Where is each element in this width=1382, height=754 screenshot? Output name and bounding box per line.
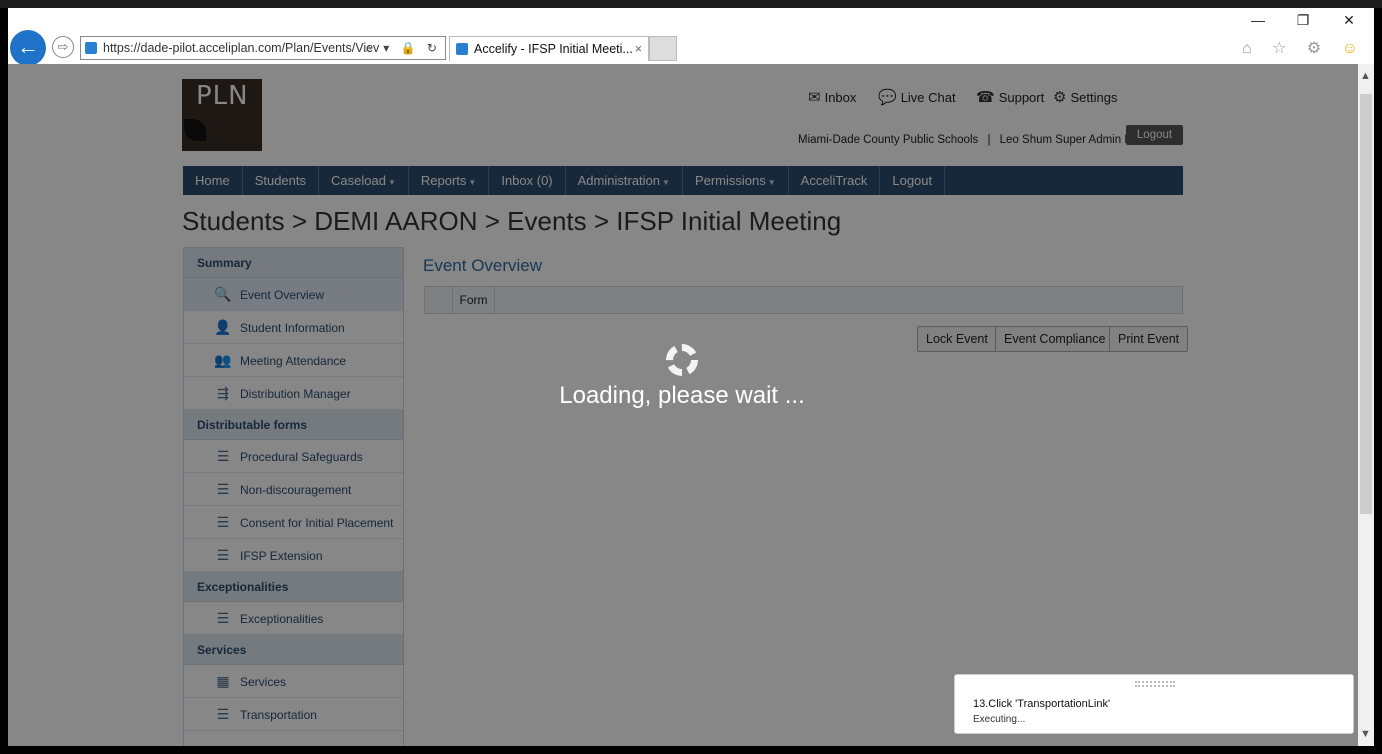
scrollbar-thumb[interactable] — [1360, 94, 1372, 514]
back-button[interactable]: ← — [10, 30, 46, 66]
browser-window: — ❐ ✕ ← ⇨ https://dade-pilot.acceliplan.… — [8, 8, 1374, 746]
new-tab-button[interactable] — [649, 36, 677, 61]
toast-step: 13.Click 'TransportationLink' — [973, 698, 1111, 710]
automation-status-toast: 13.Click 'TransportationLink' Executing.… — [954, 674, 1354, 734]
scroll-up-icon[interactable]: ▲ — [1360, 70, 1371, 82]
close-button[interactable]: ✕ — [1331, 12, 1367, 29]
home-icon[interactable]: ⌂ — [1242, 40, 1260, 57]
browser-toolbar-icons: ⌂ ☆ ⚙ ☺ — [1242, 38, 1366, 58]
tab-accelify[interactable]: Accelify - IFSP Initial Meeti... × — [449, 36, 649, 61]
site-favicon-icon — [85, 42, 97, 54]
address-bar-icons[interactable]: ⌕ ▾ 🔒 ↻ — [365, 37, 441, 59]
url-text: https://dade-pilot.acceliplan.com/Plan/E… — [103, 41, 380, 55]
page-scrollbar[interactable]: ▲ ▼ — [1358, 64, 1374, 746]
minimize-button[interactable]: — — [1240, 12, 1276, 28]
loading-text: Loading, please wait ... — [559, 382, 805, 409]
address-bar[interactable]: https://dade-pilot.acceliplan.com/Plan/E… — [80, 36, 446, 60]
taskbar-strip — [0, 0, 1382, 8]
tab-title: Accelify - IFSP Initial Meeti... — [474, 42, 633, 56]
tab-close-icon[interactable]: × — [635, 37, 642, 61]
arrow-left-icon: ← — [17, 34, 39, 59]
arrow-right-icon: ⇨ — [57, 39, 69, 54]
tools-gear-icon[interactable]: ⚙ — [1307, 40, 1329, 57]
forward-button[interactable]: ⇨ — [52, 36, 74, 58]
web-page: PLN ✉ Inbox 💬 Live Chat ☎ Support ⚙ Settings… — [8, 64, 1358, 746]
toast-status: Executing... — [973, 714, 1026, 725]
favorites-star-icon[interactable]: ☆ — [1272, 40, 1294, 57]
scroll-down-icon[interactable]: ▼ — [1360, 728, 1371, 740]
drag-grip-icon[interactable] — [1135, 681, 1175, 687]
restore-button[interactable]: ❐ — [1285, 12, 1321, 29]
loading-spinner-icon — [666, 344, 698, 376]
loading-overlay: Loading, please wait ... — [8, 64, 1358, 746]
browser-chrome: — ❐ ✕ ← ⇨ https://dade-pilot.acceliplan.… — [8, 8, 1374, 66]
tab-favicon-icon — [456, 43, 468, 55]
feedback-smiley-icon[interactable]: ☺ — [1342, 40, 1366, 57]
